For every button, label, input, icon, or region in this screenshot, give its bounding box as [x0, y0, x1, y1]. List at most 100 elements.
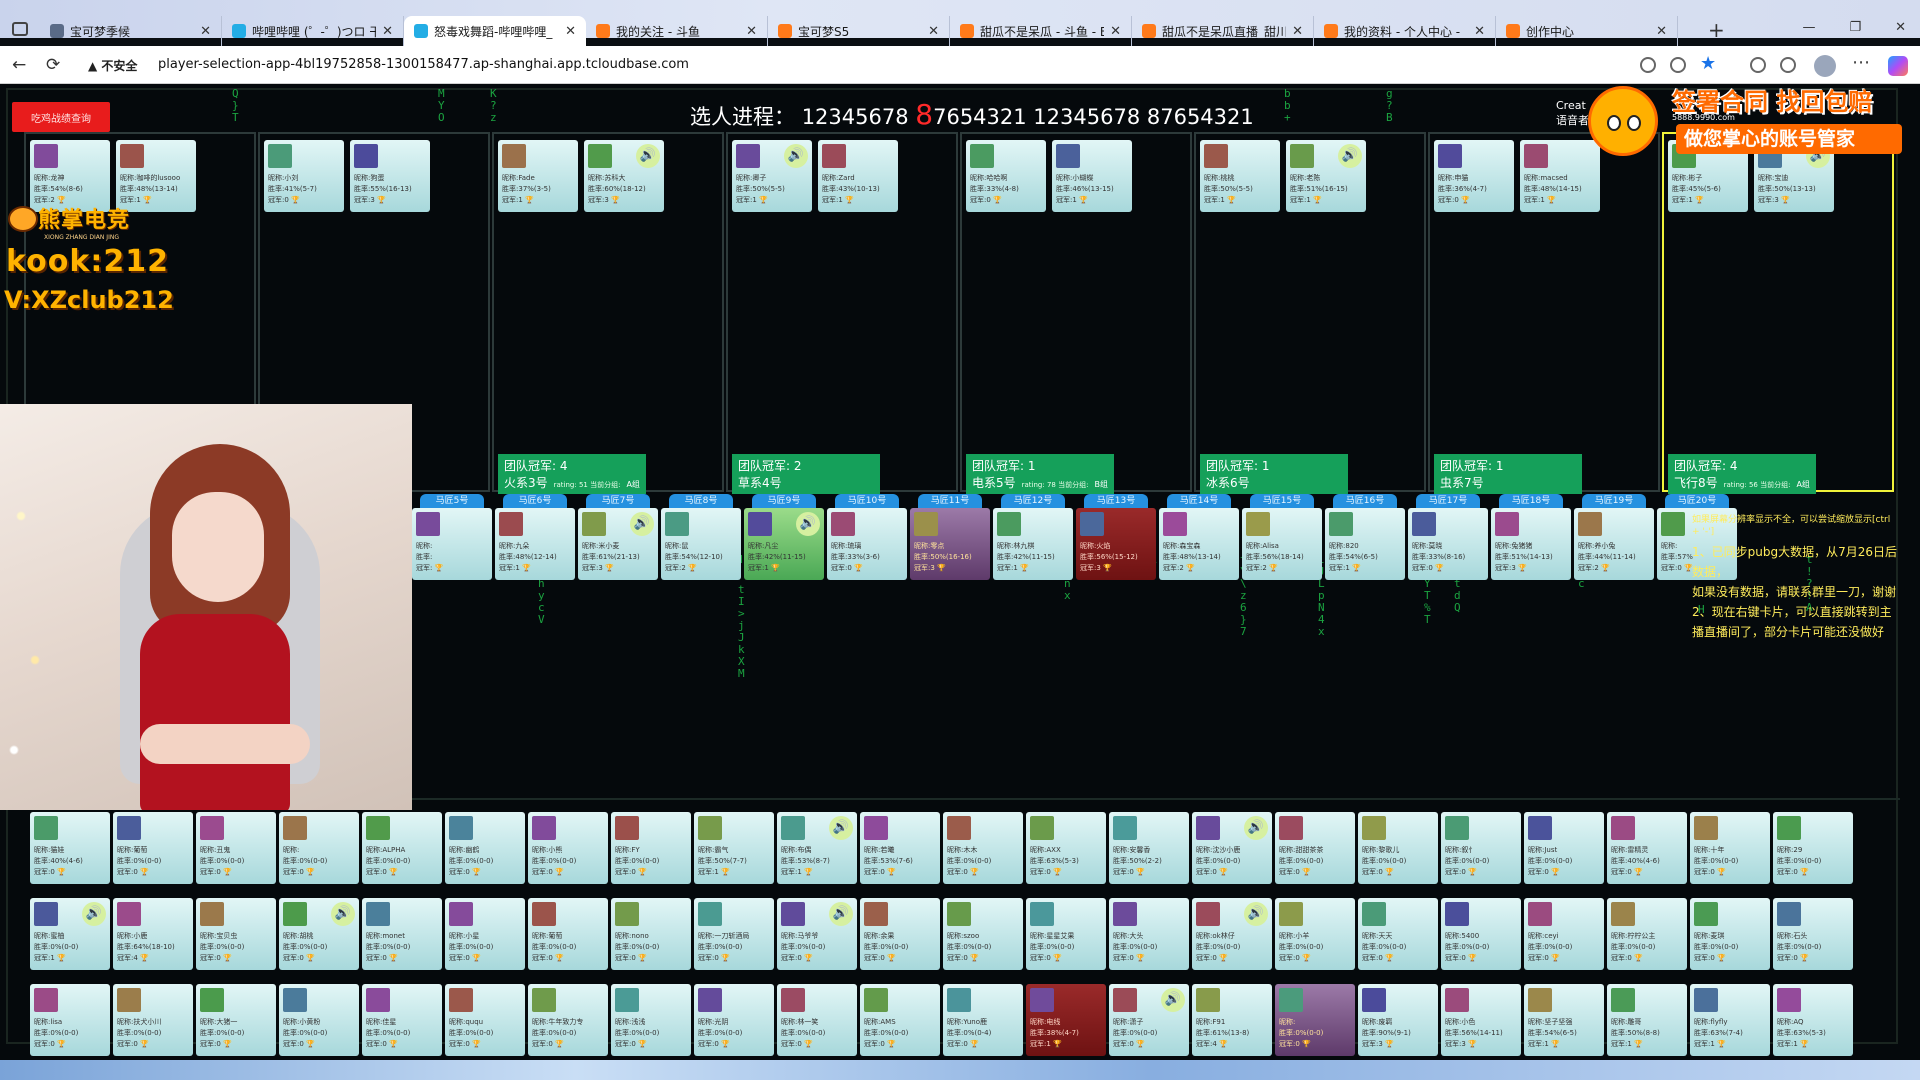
minimize-icon[interactable]: —: [1802, 20, 1815, 35]
close-tab-icon[interactable]: ✕: [1110, 24, 1121, 39]
close-tab-icon[interactable]: ✕: [746, 24, 757, 39]
player-card[interactable]: 🔊 昵称:布偶 胜率:53%(8-7) 冠军:1 🏆: [777, 812, 857, 884]
player-card[interactable]: 昵称:佳星 胜率:0%(0-0) 冠军:0 🏆: [362, 984, 442, 1056]
player-card[interactable]: 昵称:丑鬼 胜率:0%(0-0) 冠军:0 🏆: [196, 812, 276, 884]
player-card[interactable]: 昵称:电线 胜率:38%(4-7) 冠军:1 🏆: [1026, 984, 1106, 1056]
player-card[interactable]: 昵称:鼠 胜率:54%(12-10) 冠军:2 🏆: [661, 508, 741, 580]
player-card[interactable]: 🔊 昵称:ok林仔 胜率:0%(0-0) 冠军:0 🏆: [1192, 898, 1272, 970]
player-card[interactable]: 昵称:大头 胜率:0%(0-0) 冠军:0 🏆: [1109, 898, 1189, 970]
player-card[interactable]: 昵称:Fade 胜率:37%(3-5) 冠军:1 🏆: [498, 140, 578, 212]
player-card[interactable]: 昵称:安馨香 胜率:50%(2-2) 冠军:0 🏆: [1109, 812, 1189, 884]
new-tab-button[interactable]: +: [1708, 18, 1725, 42]
player-card[interactable]: 🔊 昵称:苏科大 胜率:60%(18-12) 冠军:3 🏆: [584, 140, 664, 212]
player-card[interactable]: 昵称:扶犬小川 胜率:0%(0-0) 冠军:0 🏆: [113, 984, 193, 1056]
player-card[interactable]: 昵称:F91 胜率:61%(13-8) 冠军:4 🏆: [1192, 984, 1272, 1056]
horse-slot-tab[interactable]: 马匠16号: [1333, 494, 1397, 508]
browser-tab[interactable]: 我的资料 - 个人中心 - ✕: [1314, 16, 1496, 46]
player-card[interactable]: 昵称:小黄粉 胜率:0%(0-0) 冠军:0 🏆: [279, 984, 359, 1056]
player-card[interactable]: 昵称:FY 胜率:0%(0-0) 冠军:0 🏆: [611, 812, 691, 884]
player-card[interactable]: 昵称:天天 胜率:0%(0-0) 冠军:0 🏆: [1358, 898, 1438, 970]
close-tab-icon[interactable]: ✕: [1474, 24, 1485, 39]
player-card[interactable]: 昵称: 胜率:0%(0-0) 冠军:0 🏆: [1275, 984, 1355, 1056]
horse-slot-tab[interactable]: 马匠9号: [752, 494, 816, 508]
url-field[interactable]: player-selection-app-4bl19752858-1300158…: [158, 57, 689, 72]
player-card[interactable]: 昵称:ALPHA 胜率:0%(0-0) 冠军:0 🏆: [362, 812, 442, 884]
player-card[interactable]: 昵称:szoo 胜率:0%(0-0) 冠军:0 🏆: [943, 898, 1023, 970]
player-card[interactable]: 昵称:叙忄 胜率:0%(0-0) 冠军:0 🏆: [1441, 812, 1521, 884]
browser-tab[interactable]: 宝可梦S5 ✕: [768, 16, 950, 46]
browser-tab[interactable]: 怒毒戏舞蹈-哔哩哔哩_ ✕: [404, 16, 586, 46]
player-card[interactable]: 昵称:兔猪猪 胜率:51%(14-13) 冠军:3 🏆: [1491, 508, 1571, 580]
horse-slot-tab[interactable]: 马匠17号: [1416, 494, 1480, 508]
player-card[interactable]: 昵称:葡萄 胜率:0%(0-0) 冠军:0 🏆: [528, 898, 608, 970]
pubg-stats-query-button[interactable]: 吃鸡战绩查询: [12, 102, 110, 132]
zoom-icon[interactable]: [1670, 57, 1686, 73]
player-card[interactable]: 昵称:废羁 胜率:90%(9-1) 冠军:3 🏆: [1358, 984, 1438, 1056]
player-card[interactable]: 昵称:猫娃 胜率:40%(4-6) 冠军:0 🏆: [30, 812, 110, 884]
player-card[interactable]: 昵称:AQ 胜率:63%(5-3) 冠军:1 🏆: [1773, 984, 1853, 1056]
horse-slot-tab[interactable]: 马匠8号: [669, 494, 733, 508]
player-card[interactable]: 昵称:申猫 胜率:36%(4-7) 冠军:0 🏆: [1434, 140, 1514, 212]
player-card[interactable]: 昵称: 胜率:0%(0-0) 冠军:0 🏆: [279, 812, 359, 884]
player-card[interactable]: 🔊 昵称:蜜柚 胜率:0%(0-0) 冠军:1 🏆: [30, 898, 110, 970]
horse-slot-tab[interactable]: 马匠10号: [835, 494, 899, 508]
player-card[interactable]: 昵称:若曦 胜率:53%(7-6) 冠军:0 🏆: [860, 812, 940, 884]
horse-slot-tab[interactable]: 马匠11号: [918, 494, 982, 508]
player-card[interactable]: 昵称:甜甜茶茶 胜率:0%(0-0) 冠军:0 🏆: [1275, 812, 1355, 884]
player-card[interactable]: 昵称:木木 胜率:0%(0-0) 冠军:0 🏆: [943, 812, 1023, 884]
horse-slot-tab[interactable]: 马匠15号: [1250, 494, 1314, 508]
player-card[interactable]: 昵称:nono 胜率:0%(0-0) 冠军:0 🏆: [611, 898, 691, 970]
more-menu-icon[interactable]: ⋯: [1852, 52, 1870, 73]
player-card[interactable]: 昵称:森宝森 胜率:48%(13-14) 冠军:2 🏆: [1159, 508, 1239, 580]
player-card[interactable]: 昵称:牛年致力专 胜率:0%(0-0) 冠军:0 🏆: [528, 984, 608, 1056]
player-card[interactable]: 昵称:小色 胜率:56%(14-11) 冠军:3 🏆: [1441, 984, 1521, 1056]
translate-icon[interactable]: [1640, 57, 1656, 73]
horse-slot-tab[interactable]: 马匠7号: [586, 494, 650, 508]
horse-slot-tab[interactable]: 马匠13号: [1084, 494, 1148, 508]
player-card[interactable]: 🔊 昵称:卿子 胜率:50%(5-5) 冠军:1 🏆: [732, 140, 812, 212]
refresh-icon[interactable]: ⟳: [46, 55, 60, 75]
profile-avatar[interactable]: [1814, 55, 1836, 77]
player-card[interactable]: 昵称:Yuno鹿 胜率:0%(0-4) 冠军:0 🏆: [943, 984, 1023, 1056]
player-card[interactable]: 昵称:麦琪 胜率:0%(0-0) 冠军:0 🏆: [1690, 898, 1770, 970]
player-card[interactable]: 昵称:林一笑 胜率:0%(0-0) 冠军:0 🏆: [777, 984, 857, 1056]
player-card[interactable]: 昵称:小蝴蝶 胜率:46%(13-15) 冠军:1 🏆: [1052, 140, 1132, 212]
horse-slot-tab[interactable]: 马匠18号: [1499, 494, 1563, 508]
player-card[interactable]: 昵称:莫晓 胜率:33%(8-16) 冠军:0 🏆: [1408, 508, 1488, 580]
player-card[interactable]: 昵称:星星艾果 胜率:0%(0-0) 冠军:0 🏆: [1026, 898, 1106, 970]
browser-tab[interactable]: 我的关注 - 斗鱼 ✕: [586, 16, 768, 46]
close-tab-icon[interactable]: ✕: [565, 24, 576, 39]
close-window-icon[interactable]: ✕: [1895, 20, 1906, 35]
player-card[interactable]: 昵称:大猪一 胜率:0%(0-0) 冠军:0 🏆: [196, 984, 276, 1056]
player-card[interactable]: 昵称:5400 胜率:0%(0-0) 冠军:0 🏆: [1441, 898, 1521, 970]
player-card[interactable]: 🔊 昵称:潇子 胜率:0%(0-0) 冠军:0 🏆: [1109, 984, 1189, 1056]
extension-icon[interactable]: [1750, 57, 1766, 73]
player-card[interactable]: 🔊 昵称:沈沙小鹿 胜率:0%(0-0) 冠军:0 🏆: [1192, 812, 1272, 884]
player-card[interactable]: 🔊 昵称:马爷爷 胜率:0%(0-0) 冠军:0 🏆: [777, 898, 857, 970]
player-card[interactable]: 昵称:琉璃 胜率:33%(3-6) 冠军:0 🏆: [827, 508, 907, 580]
player-card[interactable]: 昵称:雕哥 胜率:50%(8-8) 冠军:1 🏆: [1607, 984, 1687, 1056]
player-card[interactable]: 昵称:小鹿 胜率:64%(18-10) 冠军:4 🏆: [113, 898, 193, 970]
horse-slot-tab[interactable]: 马匠20号: [1665, 494, 1729, 508]
player-card[interactable]: 昵称:霸气 胜率:50%(7-7) 冠军:1 🏆: [694, 812, 774, 884]
player-card[interactable]: 昵称:火焰 胜率:56%(15-12) 冠军:3 🏆: [1076, 508, 1156, 580]
maximize-icon[interactable]: ❐: [1849, 20, 1861, 35]
player-card[interactable]: 🔊 昵称:凡尘 胜率:42%(11-15) 冠军:1 🏆: [744, 508, 824, 580]
horse-slot-tab[interactable]: 马匠14号: [1167, 494, 1231, 508]
browser-tab[interactable]: 哔哩哔哩 (゜-゜)つロ 干 ✕: [222, 16, 404, 46]
player-card[interactable]: 昵称:光阴 胜率:0%(0-0) 冠军:0 🏆: [694, 984, 774, 1056]
player-card[interactable]: 昵称:一刀斩酒局 胜率:0%(0-0) 冠军:0 🏆: [694, 898, 774, 970]
player-card[interactable]: 昵称:宝贝虫 胜率:0%(0-0) 冠军:0 🏆: [196, 898, 276, 970]
player-card[interactable]: 昵称:十年 胜率:0%(0-0) 冠军:0 🏆: [1690, 812, 1770, 884]
player-card[interactable]: 昵称:AXX 胜率:63%(5-3) 冠军:0 🏆: [1026, 812, 1106, 884]
player-card[interactable]: 🔊 昵称:胡桃 胜率:0%(0-0) 冠军:0 🏆: [279, 898, 359, 970]
player-card[interactable]: 昵称:幽鹤 胜率:0%(0-0) 冠军:0 🏆: [445, 812, 525, 884]
player-card[interactable]: 🔊 昵称:老陈 胜率:51%(16-15) 冠军:1 🏆: [1286, 140, 1366, 212]
player-card[interactable]: 昵称:浅浅 胜率:0%(0-0) 冠军:0 🏆: [611, 984, 691, 1056]
browser-tab[interactable]: 宝可梦季候 ✕: [40, 16, 222, 46]
horse-slot-tab[interactable]: 马匠19号: [1582, 494, 1646, 508]
player-card[interactable]: 昵称:Zard 胜率:43%(10-13) 冠军:1 🏆: [818, 140, 898, 212]
player-card[interactable]: 昵称:小刘 胜率:41%(5-7) 冠军:0 🏆: [264, 140, 344, 212]
player-card[interactable]: 昵称:雷精灵 胜率:40%(4-6) 冠军:0 🏆: [1607, 812, 1687, 884]
player-card[interactable]: 昵称:葡萄 胜率:0%(0-0) 冠军:0 🏆: [113, 812, 193, 884]
